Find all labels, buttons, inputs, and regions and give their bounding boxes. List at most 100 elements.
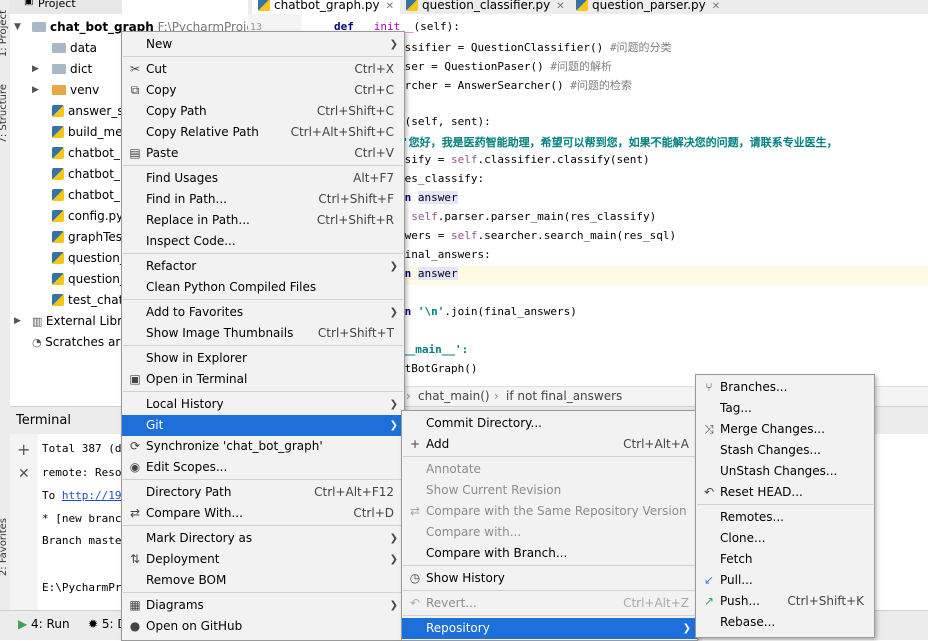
terminal-link[interactable]: http://192 [62, 489, 128, 502]
close-icon[interactable]: ✕ [712, 1, 720, 12]
favorites-tool-label[interactable]: 2: Favorites [0, 518, 9, 576]
menu-item-label: Show Current Revision [426, 483, 562, 497]
menu-item-copy-relative-path[interactable]: Copy Relative Path Ctrl+Alt+Shift+C [122, 122, 404, 143]
project-title[interactable]: Project [38, 0, 76, 10]
tree-item[interactable]: build_me [10, 122, 123, 143]
tree-item[interactable]: config.py [10, 206, 123, 227]
repo-menu-item-remotes[interactable]: Remotes... [696, 507, 874, 528]
breadcrumb-condition[interactable]: if not final_answers [506, 389, 622, 403]
git-menu-item-repository[interactable]: Repository ❯ [402, 618, 697, 639]
menu-item-find-in-path[interactable]: Find in Path... Ctrl+Shift+F [122, 189, 404, 210]
menu-item-new[interactable]: New ❯ [122, 34, 404, 55]
tree-item[interactable]: chatbot_ [10, 185, 122, 206]
menu-item-edit-scopes[interactable]: ◉ Edit Scopes... [122, 457, 404, 478]
chevron-right-icon[interactable]: ▶ [32, 59, 42, 80]
structure-tool-label[interactable]: 7: Structure [0, 84, 9, 143]
menu-item-inspect-code[interactable]: Inspect Code... [122, 231, 404, 252]
menu-item-open-on-github[interactable]: ● Open on GitHub [122, 616, 404, 637]
chevron-right-icon: ❯ [389, 261, 398, 272]
menu-item-copy-path[interactable]: Copy Path Ctrl+Shift+C [122, 101, 404, 122]
tree-item[interactable]: answer_s [10, 101, 124, 122]
tree-item[interactable]: chatbot_ [10, 164, 122, 185]
repo-menu-item-branches[interactable]: ⑂ Branches... [696, 377, 874, 398]
menu-item-git[interactable]: Git ❯ [122, 415, 404, 436]
tree-item[interactable]: graphTes [10, 227, 122, 248]
git-menu-item-annotate[interactable]: Annotate [402, 459, 697, 480]
menu-item-clean-python-compiled-files[interactable]: Clean Python Compiled Files [122, 277, 404, 298]
git-menu-item-commit-directory[interactable]: Commit Directory... [402, 413, 697, 434]
code-text: .parser.parser_main(res_classify) [437, 210, 657, 223]
tree-item[interactable]: question_ [10, 269, 126, 290]
repo-menu-item-reset-head[interactable]: ↶ Reset HEAD... [696, 482, 874, 503]
close-icon[interactable]: ✕ [386, 1, 394, 12]
close-terminal-icon[interactable]: ✕ [18, 466, 30, 482]
project-tool-label[interactable]: 1: Project [0, 10, 9, 57]
repo-menu-item-rebase[interactable]: Rebase... [696, 612, 874, 633]
menu-item-local-history[interactable]: Local History ❯ [122, 394, 404, 415]
menu-item-refactor[interactable]: Refactor ❯ [122, 256, 404, 277]
tree-item[interactable]: question_ [10, 248, 126, 269]
repo-menu-item-fetch[interactable]: Fetch [696, 549, 874, 570]
git-menu-item-add[interactable]: + Add Ctrl+Alt+A [402, 434, 697, 455]
repo-menu-item-pull[interactable]: ↙ Pull... [696, 570, 874, 591]
tree-item-label: chatbot_ [68, 188, 120, 202]
menu-item-deployment[interactable]: ⇅ Deployment ❯ [122, 549, 404, 570]
tree-external-libraries[interactable]: ▶ ▥ External Libr [10, 311, 122, 332]
tab-question-parser[interactable]: question_parser.py ✕ [570, 0, 726, 14]
tree-item[interactable]: data [10, 38, 122, 59]
tab-question-classifier[interactable]: question_classifier.py ✕ [400, 0, 571, 14]
git-menu-item-compare-with-branch[interactable]: Compare with Branch... [402, 543, 697, 564]
repo-menu-item-stash-changes[interactable]: Stash Changes... [696, 440, 874, 461]
git-menu-item-show-history[interactable]: ◷ Show History [402, 568, 697, 589]
tree-item[interactable]: ▶ dict [10, 59, 122, 80]
repo-menu-item-tag[interactable]: Tag... [696, 398, 874, 419]
repo-menu-item-unstash-changes[interactable]: UnStash Changes... [696, 461, 874, 482]
tree-item[interactable]: test_chat [10, 290, 123, 311]
code-self: self [411, 210, 438, 223]
close-icon[interactable]: ✕ [556, 1, 564, 12]
menu-item-paste[interactable]: ▤ Paste Ctrl+V [122, 143, 404, 164]
code-text: .searcher.search_main(res_sql) [477, 229, 677, 242]
tab-chatbot-graph[interactable]: chatbot_graph.py ✕ [252, 0, 400, 14]
menu-item-remove-bom[interactable]: Remove BOM [122, 570, 404, 591]
play-icon: ▶ [18, 617, 32, 631]
git-menu-item-compare-with[interactable]: Compare with... [402, 522, 697, 543]
git-menu-item-compare-with-the-same-repository-version[interactable]: ⇄ Compare with the Same Repository Versio… [402, 501, 697, 522]
menu-item-compare-with[interactable]: ⇄ Compare With... Ctrl+D [122, 503, 404, 524]
menu-item-add-to-favorites[interactable]: Add to Favorites ❯ [122, 302, 404, 323]
git-menu-item-revert[interactable]: ↶ Revert... Ctrl+Alt+Z [402, 593, 697, 614]
menu-item-show-in-explorer[interactable]: Show in Explorer [122, 348, 404, 369]
add-terminal-icon[interactable]: + [17, 440, 30, 459]
menu-separator [123, 56, 403, 57]
menu-item-synchronize-chat-bot-graph[interactable]: ⟳ Synchronize 'chat_bot_graph' [122, 436, 404, 457]
menu-item-find-usages[interactable]: Find Usages Alt+F7 [122, 168, 404, 189]
terminal-title[interactable]: Terminal [16, 413, 71, 428]
python-file-icon [52, 147, 64, 159]
menu-item-label: Diagrams [146, 598, 204, 612]
breadcrumb-function[interactable]: chat_main() [418, 389, 490, 403]
tree-item[interactable]: ▶ venv [10, 80, 122, 101]
menu-item-show-image-thumbnails[interactable]: Show Image Thumbnails Ctrl+Shift+T [122, 323, 404, 344]
repo-menu-item-merge-changes[interactable]: ⤨ Merge Changes... [696, 419, 874, 440]
repo-menu-item-push[interactable]: ↗ Push... Ctrl+Shift+K [696, 591, 874, 612]
tree-item[interactable]: chatbot_ [10, 143, 122, 164]
menu-item-label: Paste [146, 146, 179, 160]
menu-item-copy[interactable]: ⧉ Copy Ctrl+C [122, 80, 404, 101]
menu-item-diagrams[interactable]: ▦ Diagrams ❯ [122, 595, 404, 616]
menu-item-open-in-terminal[interactable]: ▣ Open in Terminal [122, 369, 404, 390]
run-tab[interactable]: ▶ 4: Run [18, 617, 70, 631]
menu-item-replace-in-path[interactable]: Replace in Path... Ctrl+Shift+R [122, 210, 404, 231]
menu-item-label: Mark Directory as [146, 531, 253, 545]
tree-scratches[interactable]: ◔ Scratches ar [10, 332, 122, 353]
menu-item-cut[interactable]: ✂ Cut Ctrl+X [122, 59, 404, 80]
chevron-right-icon[interactable]: ▶ [32, 80, 42, 101]
repo-menu-item-clone[interactable]: Clone... [696, 528, 874, 549]
tree-root[interactable]: ▼ chat_bot_graph F:\PycharmProje [10, 17, 254, 38]
chevron-down-icon[interactable]: ▼ [14, 17, 24, 38]
menu-item-mark-directory-as[interactable]: Mark Directory as ❯ [122, 528, 404, 549]
menu-item-directory-path[interactable]: Directory Path Ctrl+Alt+F12 [122, 482, 404, 503]
python-file-icon [52, 294, 64, 306]
git-menu-item-show-current-revision[interactable]: Show Current Revision [402, 480, 697, 501]
code-comment: #问题的解析 [550, 60, 612, 73]
chevron-right-icon[interactable]: ▶ [14, 311, 24, 332]
